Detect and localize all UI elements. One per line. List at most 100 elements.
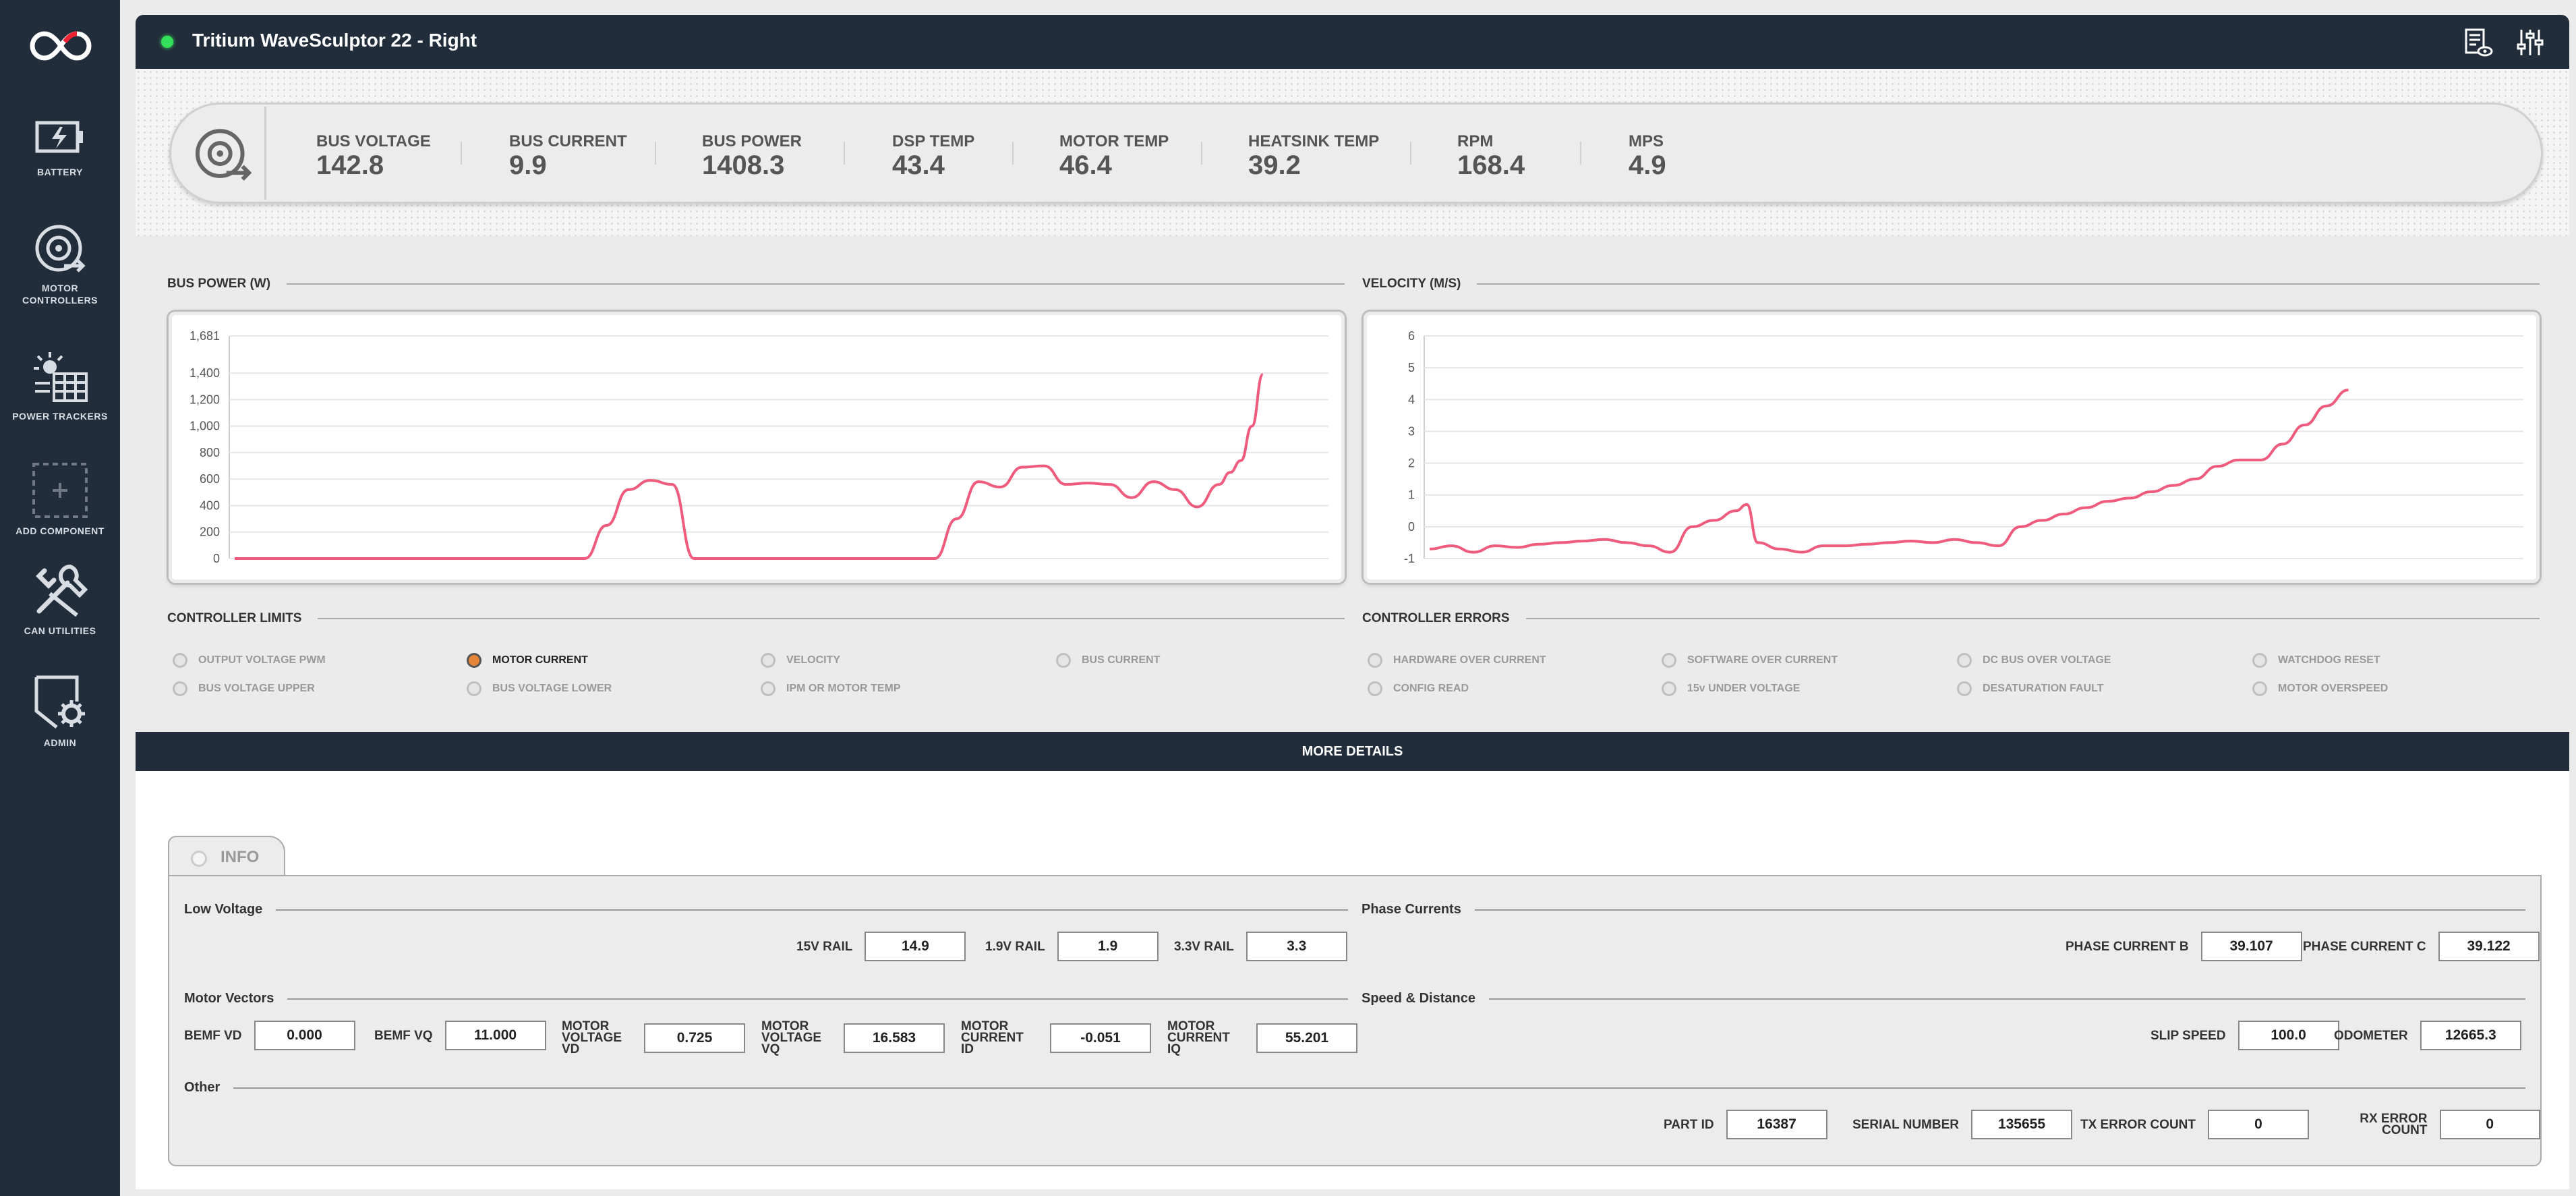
sidebar: BATTERY MOTOR CONTROLLERS POWER TRACKERS… <box>0 0 120 1196</box>
field-slip-speed: SLIP SPEED 100.0 <box>2150 1021 2339 1050</box>
metric-heatsink-temp: HEATSINK TEMP 39.2 <box>1248 132 1380 180</box>
metric-bus-current: BUS CURRENT 9.9 <box>509 132 627 180</box>
y-tick-label: 2 <box>1408 457 1415 470</box>
limit-output-voltage-pwm: OUTPUT VOLTAGE PWM <box>173 653 326 668</box>
limit-indicator <box>173 681 187 696</box>
value-phase-current-b: 39.107 <box>2200 932 2302 961</box>
metric-rpm: RPM 168.4 <box>1457 132 1525 180</box>
value-rx-error-count: 0 <box>2439 1110 2540 1139</box>
metric-dsp-temp: DSP TEMP 43.4 <box>892 132 975 180</box>
sidebar-item-admin[interactable]: ADMIN <box>0 672 120 749</box>
value-bemf-vq: 11.000 <box>444 1021 546 1050</box>
limit-indicator <box>467 653 481 668</box>
motor-controller-icon <box>35 225 86 273</box>
field-tx-error-count: TX ERROR COUNT 0 <box>2080 1110 2309 1139</box>
field-1-9v-rail: 1.9V RAIL 1.9 <box>985 932 1159 961</box>
y-tick-label: 1,681 <box>189 329 220 343</box>
group-motor-vectors: Motor Vectors <box>184 991 1348 1006</box>
tools-icon <box>36 564 88 617</box>
metric-separator <box>461 142 462 165</box>
view-log-icon[interactable] <box>2462 27 2493 58</box>
y-tick-label: 5 <box>1408 361 1415 374</box>
limit-bus-current: BUS CURRENT <box>1056 653 1160 668</box>
metric-separator <box>1012 142 1014 165</box>
error-indicator <box>1662 653 1676 668</box>
y-tick-label: 0 <box>213 552 220 565</box>
value-phase-current-c: 39.122 <box>2438 932 2540 961</box>
y-tick-label: -1 <box>1404 552 1415 565</box>
value-motor-voltage-vd: 0.725 <box>644 1023 745 1053</box>
y-tick-label: 600 <box>200 472 220 486</box>
more-details-label: MORE DETAILS <box>1301 744 1403 759</box>
connection-status-indicator <box>161 36 173 48</box>
battery-charging-icon <box>35 121 83 153</box>
value-motor-current-id: -0.051 <box>1050 1023 1151 1053</box>
field-bemf-vd: BEMF VD 0.000 <box>184 1021 355 1050</box>
limit-indicator <box>1056 653 1071 668</box>
bus-power-chart-title: BUS POWER (W) <box>167 277 1345 291</box>
field-motor-voltage-vq: MOTOR VOLTAGE VQ 16.583 <box>761 1020 945 1056</box>
tab-indicator <box>191 851 207 867</box>
value-part-id: 16387 <box>1726 1110 1827 1139</box>
error-dc-bus-over-voltage: DC BUS OVER VOLTAGE <box>1957 653 2111 668</box>
value-15v-rail: 14.9 <box>865 932 966 961</box>
limit-motor-current: MOTOR CURRENT <box>467 653 588 668</box>
velocity-chart: 6 5 4 3 2 1 0 -1 <box>1364 312 2540 583</box>
y-tick-label: 800 <box>200 446 220 459</box>
error-indicator <box>1662 681 1676 696</box>
field-motor-current-id: MOTOR CURRENT ID -0.051 <box>961 1020 1151 1056</box>
more-details-bar[interactable]: MORE DETAILS <box>136 732 2569 771</box>
metric-separator <box>655 142 656 165</box>
y-tick-label: 3 <box>1408 424 1415 438</box>
settings-sliders-icon[interactable] <box>2515 27 2546 58</box>
info-panel: Low Voltage Phase Currents 15V RAIL 14.9 … <box>168 875 2542 1166</box>
add-component-icon <box>32 463 88 518</box>
field-3-3v-rail: 3.3V RAIL 3.3 <box>1174 932 1347 961</box>
chart-svg-1: 6 5 4 3 2 1 0 -1 <box>1404 329 2523 565</box>
field-motor-current-iq: MOTOR CURRENT IQ 55.201 <box>1167 1020 1357 1056</box>
limit-indicator <box>467 681 481 696</box>
infinity-logo-icon[interactable] <box>30 22 92 70</box>
metric-separator <box>1580 142 1581 165</box>
error-desaturation-fault: DESATURATION FAULT <box>1957 681 2104 696</box>
value-3-3v-rail: 3.3 <box>1246 932 1347 961</box>
limit-velocity: VELOCITY <box>761 653 840 668</box>
y-tick-label: 0 <box>1408 520 1415 534</box>
controller-limits-title: CONTROLLER LIMITS <box>167 611 1345 626</box>
y-tick-label: 1,000 <box>189 420 220 433</box>
group-speed-distance: Speed & Distance <box>1362 991 2525 1006</box>
tab-info[interactable]: INFO <box>168 836 285 876</box>
metric-separator <box>1201 142 1202 165</box>
limit-bus-voltage-upper: BUS VOLTAGE UPPER <box>173 681 315 696</box>
field-phase-current-c: PHASE CURRENT C 39.122 <box>2303 932 2540 961</box>
error-15v-under-voltage: 15v UNDER VOLTAGE <box>1662 681 1800 696</box>
value-motor-current-iq: 55.201 <box>1256 1023 1357 1053</box>
value-tx-error-count: 0 <box>2208 1110 2309 1139</box>
metric-motor-temp: MOTOR TEMP 46.4 <box>1059 132 1169 180</box>
device-header: Tritium WaveSculptor 22 - Right <box>136 15 2569 69</box>
metric-separator <box>1410 142 1411 165</box>
value-serial-number: 135655 <box>1971 1110 2072 1139</box>
controller-errors-title: CONTROLLER ERRORS <box>1362 611 2540 626</box>
sidebar-item-motor-controllers[interactable]: MOTOR CONTROLLERS <box>0 221 120 306</box>
value-1-9v-rail: 1.9 <box>1057 932 1159 961</box>
sidebar-item-add-component[interactable]: ADD COMPONENT <box>0 460 120 537</box>
series-line <box>235 373 1264 560</box>
limit-indicator <box>761 653 775 668</box>
field-serial-number: SERIAL NUMBER 135655 <box>1852 1110 2072 1139</box>
value-slip-speed: 100.0 <box>2237 1021 2339 1050</box>
metric-bus-voltage: BUS VOLTAGE 142.8 <box>316 132 431 180</box>
field-odometer: ODOMETER 12665.3 <box>2334 1021 2521 1050</box>
error-indicator <box>1957 681 1972 696</box>
error-indicator <box>2252 681 2267 696</box>
group-other: Other <box>184 1080 2525 1095</box>
error-software-over-current: SOFTWARE OVER CURRENT <box>1662 653 1838 668</box>
group-low-voltage: Low Voltage <box>184 902 1348 917</box>
y-tick-label: 4 <box>1408 393 1415 406</box>
sidebar-item-power-trackers[interactable]: POWER TRACKERS <box>0 349 120 422</box>
metrics-card: BUS VOLTAGE 142.8 BUS CURRENT 9.9 BUS POWE… <box>136 69 2569 236</box>
field-motor-voltage-vd: MOTOR VOLTAGE VD 0.725 <box>562 1020 745 1056</box>
sidebar-item-can-utilities[interactable]: CAN UTILITIES <box>0 560 120 637</box>
sidebar-item-battery[interactable]: BATTERY <box>0 115 120 178</box>
group-phase-currents: Phase Currents <box>1362 902 2525 917</box>
